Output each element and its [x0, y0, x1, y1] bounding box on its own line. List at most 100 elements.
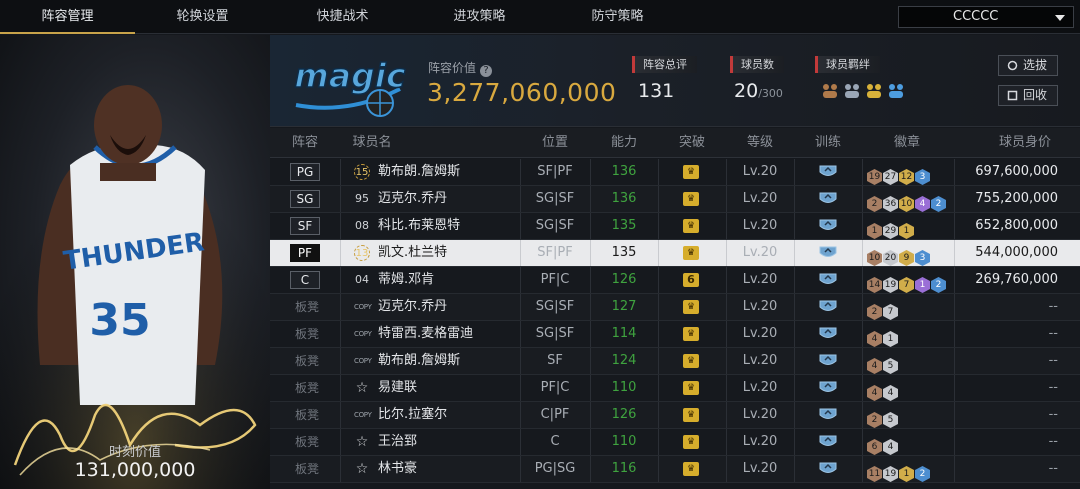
- training-shield-icon[interactable]: [819, 462, 837, 476]
- table-row[interactable]: PG 15 勒布朗.詹姆斯 SF|PF 136 ♛ Lv.20 19 27 12 3 697,600,…: [270, 159, 1080, 186]
- crown-icon[interactable]: ♛: [683, 246, 699, 260]
- badge-list[interactable]: 1 29 1: [867, 218, 915, 239]
- badge-list[interactable]: 45: [867, 353, 899, 374]
- table-row[interactable]: 板凳 ☆ 林书豪 PG|SG 116 ♛ Lv.20 11 19 1 2 --: [270, 456, 1080, 483]
- badge-list[interactable]: 10 20 9 3: [867, 245, 931, 266]
- badge-count: 1: [915, 277, 930, 293]
- crown-icon[interactable]: ♛: [683, 435, 699, 449]
- player-position: PG|SG: [534, 461, 576, 476]
- badge-count: 2: [867, 304, 882, 320]
- table-row[interactable]: 板凳 ☆ 易建联 PF|C 110 ♛ Lv.20 4 4 --: [270, 375, 1080, 402]
- badge-list[interactable]: 19 27 12 3: [867, 164, 931, 185]
- player-name[interactable]: 林书豪: [378, 456, 417, 482]
- player-level: Lv.20: [742, 353, 778, 368]
- column-divider: [658, 159, 659, 185]
- player-name[interactable]: 易建联: [378, 375, 417, 401]
- player-name[interactable]: 迈克尔.乔丹: [378, 294, 447, 320]
- crown-icon[interactable]: ♛: [683, 219, 699, 233]
- tab-offense-strategy[interactable]: 进攻策略: [412, 0, 547, 34]
- col-breakthrough[interactable]: 突破: [658, 128, 726, 158]
- player-name[interactable]: 蒂姆.邓肯: [378, 267, 434, 293]
- table-row[interactable]: 板凳 COPY 迈克尔.乔丹 SG|SF 127 ♛ Lv.20 2 7 --: [270, 294, 1080, 321]
- training-shield-icon[interactable]: [819, 273, 837, 287]
- recycle-button[interactable]: 回收: [998, 85, 1058, 106]
- jersey-number-text: 35: [89, 295, 150, 346]
- position-slot[interactable]: PG: [290, 163, 320, 181]
- position-slot[interactable]: SG: [290, 190, 320, 208]
- crown-icon[interactable]: 6: [683, 273, 699, 287]
- badge-list[interactable]: 27: [867, 299, 899, 320]
- table-row[interactable]: 板凳 COPY 勒布朗.詹姆斯 SF 124 ♛ Lv.20 4 5 --: [270, 348, 1080, 375]
- badge-list[interactable]: 64: [867, 434, 899, 455]
- chevron-down-icon: [1055, 15, 1065, 21]
- tab-lineup-management[interactable]: 阵容管理: [0, 0, 135, 34]
- training-shield-icon[interactable]: [819, 435, 837, 449]
- tab-quick-tactics[interactable]: 快捷战术: [275, 0, 410, 34]
- player-name[interactable]: 比尔.拉塞尔: [378, 402, 447, 428]
- crown-icon[interactable]: ♛: [683, 192, 699, 206]
- table-row-selected[interactable]: PF 13 凯文.杜兰特 SF|PF 135 ♛ Lv.20 10 20 9 3 544,000,00…: [270, 240, 1080, 267]
- crown-icon[interactable]: ♛: [683, 165, 699, 179]
- player-name[interactable]: 王治郅: [378, 429, 417, 455]
- training-shield-icon[interactable]: [819, 354, 837, 368]
- account-select[interactable]: CCCCC: [898, 6, 1074, 28]
- position-slot[interactable]: PF: [290, 244, 320, 262]
- col-player-name[interactable]: 球员名: [352, 128, 392, 158]
- player-name[interactable]: 特雷西.麦格雷迪: [378, 321, 473, 347]
- player-name[interactable]: 科比.布莱恩特: [378, 213, 460, 239]
- badge-list[interactable]: 25: [867, 407, 899, 428]
- tab-defense-strategy[interactable]: 防守策略: [550, 0, 685, 34]
- chemistry-icons[interactable]: [821, 81, 905, 105]
- training-shield-icon[interactable]: [819, 165, 837, 179]
- badge-list[interactable]: 11 19 1 2: [867, 461, 931, 482]
- badge-list[interactable]: 41: [867, 326, 899, 347]
- badge-list[interactable]: 14 19 7 1 2: [867, 272, 947, 293]
- col-position[interactable]: 位置: [520, 128, 590, 158]
- training-shield-icon[interactable]: [819, 192, 837, 206]
- col-badges[interactable]: 徽章: [862, 128, 952, 158]
- table-row[interactable]: 板凳 COPY 特雷西.麦格雷迪 SG|SF 114 ♛ Lv.20 4 1 --: [270, 321, 1080, 348]
- select-button[interactable]: 选拔: [998, 55, 1058, 76]
- col-player-value[interactable]: 球员身价: [970, 128, 1080, 158]
- player-name[interactable]: 凯文.杜兰特: [378, 240, 447, 266]
- crown-icon[interactable]: ♛: [683, 408, 699, 422]
- player-name[interactable]: 勒布朗.詹姆斯: [378, 159, 460, 185]
- crown-icon[interactable]: ♛: [683, 381, 699, 395]
- table-row[interactable]: C 04 蒂姆.邓肯 PF|C 126 6 Lv.20 14 19 7 1 2 269,760,000: [270, 267, 1080, 294]
- bench-label: 板凳: [294, 327, 319, 341]
- training-shield-icon[interactable]: [819, 219, 837, 233]
- badge-count: 2: [931, 277, 946, 293]
- badge-list[interactable]: 44: [867, 380, 899, 401]
- badge-count: 4: [915, 196, 930, 212]
- badge-count: 4: [867, 385, 882, 401]
- player-position: PF|C: [540, 272, 570, 287]
- training-shield-icon[interactable]: [819, 327, 837, 341]
- col-ability[interactable]: 能力: [590, 128, 658, 158]
- col-level[interactable]: 等级: [726, 128, 794, 158]
- training-shield-icon[interactable]: [819, 246, 837, 260]
- crown-icon[interactable]: ♛: [683, 327, 699, 341]
- player-name[interactable]: 迈克尔.乔丹: [378, 186, 447, 212]
- jersey-number-badge: 95: [355, 192, 369, 205]
- help-icon[interactable]: ?: [480, 65, 493, 77]
- player-name[interactable]: 勒布朗.詹姆斯: [378, 348, 460, 374]
- crown-icon[interactable]: ♛: [683, 354, 699, 368]
- table-row[interactable]: SF 08 科比.布莱恩特 SG|SF 135 ♛ Lv.20 1 29 1 652,800,000: [270, 213, 1080, 240]
- tab-rotation-settings[interactable]: 轮换设置: [135, 0, 270, 34]
- col-lineup[interactable]: 阵容: [270, 128, 340, 158]
- training-shield-icon[interactable]: [819, 408, 837, 422]
- badge-list[interactable]: 2 36 10 4 2: [867, 191, 947, 212]
- position-slot[interactable]: SF: [290, 217, 320, 235]
- table-row[interactable]: 板凳 ☆ 王治郅 C 110 ♛ Lv.20 6 4 --: [270, 429, 1080, 456]
- training-shield-icon[interactable]: [819, 300, 837, 314]
- player-card[interactable]: THUNDER 35 时刻价值 131,000,000: [0, 35, 270, 489]
- crown-icon[interactable]: ♛: [683, 462, 699, 476]
- table-row[interactable]: SG 95 迈克尔.乔丹 SG|SF 136 ♛ Lv.20 2 36 10 4 2 755,200,0…: [270, 186, 1080, 213]
- badge-count: 1: [899, 466, 914, 482]
- col-training[interactable]: 训练: [794, 128, 862, 158]
- crown-icon[interactable]: ♛: [683, 300, 699, 314]
- team-logo: magic: [294, 55, 407, 117]
- position-slot[interactable]: C: [290, 271, 320, 289]
- table-row[interactable]: 板凳 COPY 比尔.拉塞尔 C|PF 126 ♛ Lv.20 2 5 --: [270, 402, 1080, 429]
- training-shield-icon[interactable]: [819, 381, 837, 395]
